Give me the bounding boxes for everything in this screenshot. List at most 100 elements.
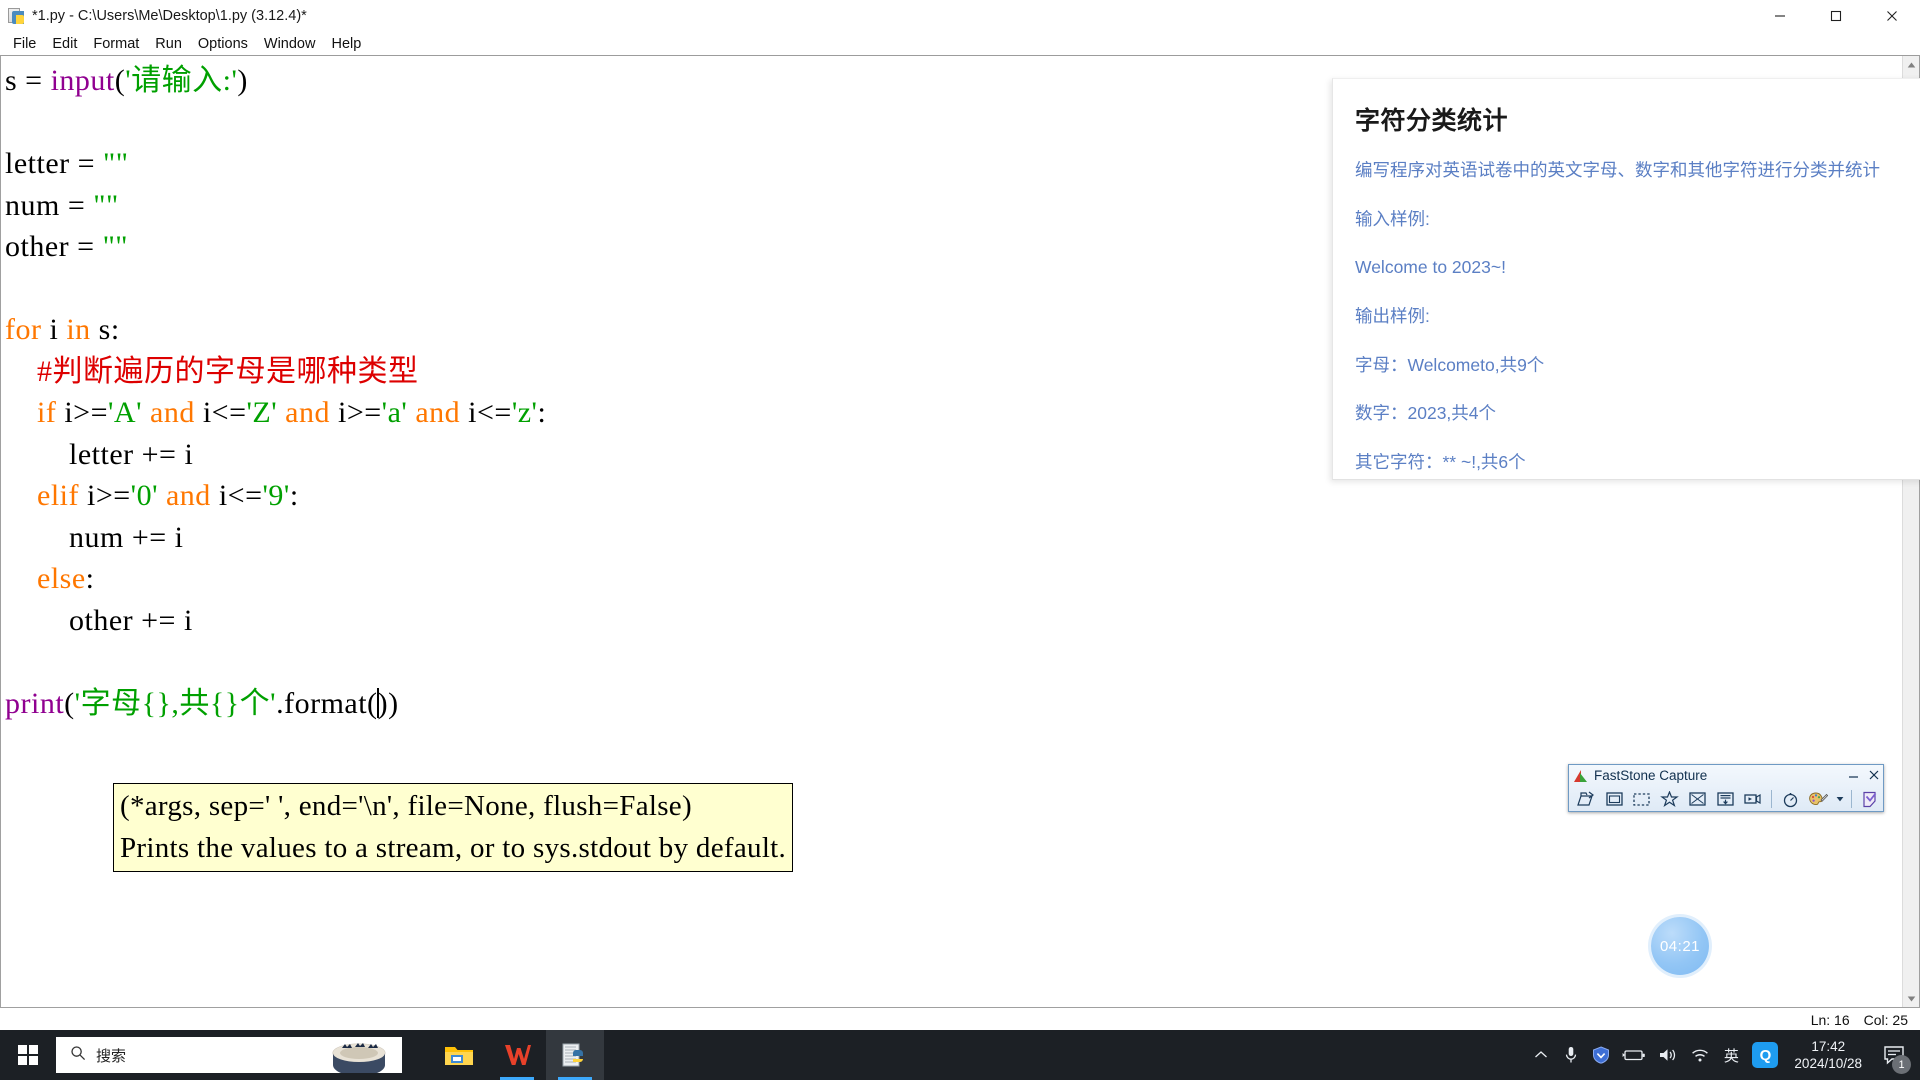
- toolbar-separator-1: [1771, 790, 1773, 808]
- capture-window-object-icon[interactable]: [1602, 788, 1627, 810]
- security-shield-icon[interactable]: [1586, 1030, 1616, 1080]
- code-token-str: "": [103, 147, 129, 180]
- search-illustration: [322, 1037, 396, 1073]
- code-line[interactable]: [5, 268, 546, 310]
- recording-timer-bubble[interactable]: 04:21: [1651, 917, 1709, 975]
- code-line[interactable]: [5, 641, 546, 683]
- scroll-up-arrow[interactable]: [1903, 56, 1919, 73]
- code-token-str: 'a': [381, 396, 408, 429]
- problem-paragraph: Welcome to 2023~!: [1355, 257, 1506, 278]
- code-token-str: '0': [130, 479, 158, 512]
- notification-count-badge: 1: [1892, 1055, 1911, 1074]
- code-line[interactable]: else:: [5, 558, 546, 600]
- problem-paragraph: 编写程序对英语试卷中的英文字母、数字和其他字符进行分类并统计: [1355, 160, 1880, 180]
- problem-paragraph: 数字：2023,共4个: [1355, 403, 1497, 424]
- start-button[interactable]: [0, 1030, 56, 1080]
- code-token-kw: and: [165, 479, 211, 512]
- windows-taskbar: 搜索 英 Q 17:42 2024/10/28 1: [0, 1030, 1920, 1080]
- taskbar-clock[interactable]: 17:42 2024/10/28: [1784, 1030, 1872, 1080]
- code-line[interactable]: other = "": [5, 226, 546, 268]
- code-token-pl: ): [237, 64, 248, 97]
- menu-item-edit[interactable]: Edit: [44, 35, 85, 53]
- code-line[interactable]: #判断遍历的字母是哪种类型: [5, 351, 546, 393]
- faststone-capture-window[interactable]: FastStone Capture: [1568, 764, 1884, 812]
- code-line[interactable]: other += i: [5, 600, 546, 642]
- menu-item-window[interactable]: Window: [256, 35, 324, 53]
- problem-description-panel[interactable]: 字符分类统计 编写程序对英语试卷中的英文字母、数字和其他字符进行分类并统计 输入样…: [1332, 78, 1920, 480]
- taskbar-app-python-idle[interactable]: [546, 1030, 604, 1080]
- code-token-kw: and: [150, 396, 195, 429]
- faststone-close-button[interactable]: [1869, 768, 1879, 783]
- code-token-bi: print: [5, 686, 65, 720]
- code-token-pl: other =: [5, 230, 103, 263]
- microphone-icon[interactable]: [1556, 1030, 1586, 1080]
- action-center-button[interactable]: 1: [1872, 1030, 1916, 1080]
- code-token-pl: .format(: [276, 686, 378, 720]
- capture-rectangle-icon[interactable]: [1630, 788, 1655, 810]
- battery-icon[interactable]: [1616, 1030, 1652, 1080]
- capture-freehand-icon[interactable]: [1657, 788, 1682, 810]
- faststone-minimize-button[interactable]: [1848, 768, 1859, 783]
- capture-active-window-icon[interactable]: [1574, 788, 1599, 810]
- qq-icon[interactable]: Q: [1746, 1030, 1784, 1080]
- menu-item-format[interactable]: Format: [85, 35, 147, 53]
- menu-item-options[interactable]: Options: [190, 35, 256, 53]
- ime-language-icon[interactable]: 英: [1716, 1030, 1746, 1080]
- title-bar[interactable]: *1.py - C:\Users\Me\Desktop\1.py (3.12.4…: [0, 0, 1920, 32]
- code-line[interactable]: print('字母{},共{}个'.format()): [5, 683, 546, 725]
- code-line[interactable]: elif i>='0' and i<='9':: [5, 475, 546, 517]
- search-icon: [70, 1045, 86, 1065]
- code-token-pl: :: [289, 479, 299, 512]
- code-token-pl: (: [64, 686, 75, 720]
- code-line[interactable]: letter = "": [5, 143, 546, 185]
- code-line[interactable]: letter += i: [5, 434, 546, 476]
- timer-icon[interactable]: [1778, 788, 1803, 810]
- code-line[interactable]: if i>='A' and i<='Z' and i>='a' and i<='…: [5, 392, 546, 434]
- code-token-pl: :: [85, 562, 95, 595]
- code-token-pl: letter += i: [5, 437, 194, 471]
- taskbar-app-file-explorer[interactable]: [430, 1030, 488, 1080]
- faststone-title-bar[interactable]: FastStone Capture: [1569, 765, 1883, 786]
- code-line[interactable]: num += i: [5, 517, 546, 559]
- menu-item-run[interactable]: Run: [147, 35, 190, 53]
- minimize-button[interactable]: [1752, 0, 1808, 32]
- code-token-pl: letter =: [5, 147, 104, 180]
- taskbar-search-box[interactable]: 搜索: [56, 1037, 402, 1073]
- faststone-logo-icon: [1574, 769, 1588, 782]
- code-line[interactable]: num = "": [5, 185, 546, 227]
- volume-icon[interactable]: [1652, 1030, 1684, 1080]
- menu-item-file[interactable]: File: [5, 35, 44, 53]
- code-line[interactable]: [5, 102, 546, 144]
- maximize-button[interactable]: [1808, 0, 1864, 32]
- problem-paragraph: 字母：Welcometo,共9个: [1355, 354, 1545, 375]
- code-token-str: "": [102, 230, 129, 263]
- capture-scrolling-window-icon[interactable]: [1713, 788, 1738, 810]
- close-button[interactable]: [1864, 0, 1920, 32]
- taskbar-app-wps-office[interactable]: [488, 1030, 546, 1080]
- status-col: Col: 25: [1863, 1011, 1908, 1028]
- menu-item-help[interactable]: Help: [323, 35, 369, 53]
- problem-paragraph: 输入样例:: [1355, 208, 1430, 229]
- code-token-kw: for: [5, 313, 42, 346]
- network-wifi-icon[interactable]: [1684, 1030, 1716, 1080]
- window-controls: [1752, 0, 1920, 32]
- code-token-str: "": [93, 188, 119, 222]
- capture-fullscreen-icon[interactable]: [1685, 788, 1710, 810]
- code-token-str: 'A': [108, 396, 142, 429]
- editor-icon[interactable]: [1858, 788, 1883, 810]
- show-hidden-icons-button[interactable]: [1526, 1030, 1556, 1080]
- window-title: *1.py - C:\Users\Me\Desktop\1.py (3.12.4…: [32, 7, 307, 24]
- draw-board-dropdown-icon[interactable]: [1834, 788, 1845, 810]
- screen-recorder-icon[interactable]: [1741, 788, 1766, 810]
- code-line[interactable]: for i in s:: [5, 309, 546, 351]
- draw-board-icon[interactable]: [1806, 788, 1831, 810]
- scroll-down-arrow[interactable]: [1903, 990, 1919, 1007]
- search-placeholder: 搜索: [96, 1047, 127, 1065]
- code-line[interactable]: s = input('请输入:'): [5, 60, 546, 102]
- code-token-cmt: #判断遍历的字母是哪种类型: [5, 354, 419, 388]
- code-token-bi: input: [50, 64, 115, 97]
- code-text[interactable]: s = input('请输入:') letter = "" num = "" oth…: [1, 56, 546, 724]
